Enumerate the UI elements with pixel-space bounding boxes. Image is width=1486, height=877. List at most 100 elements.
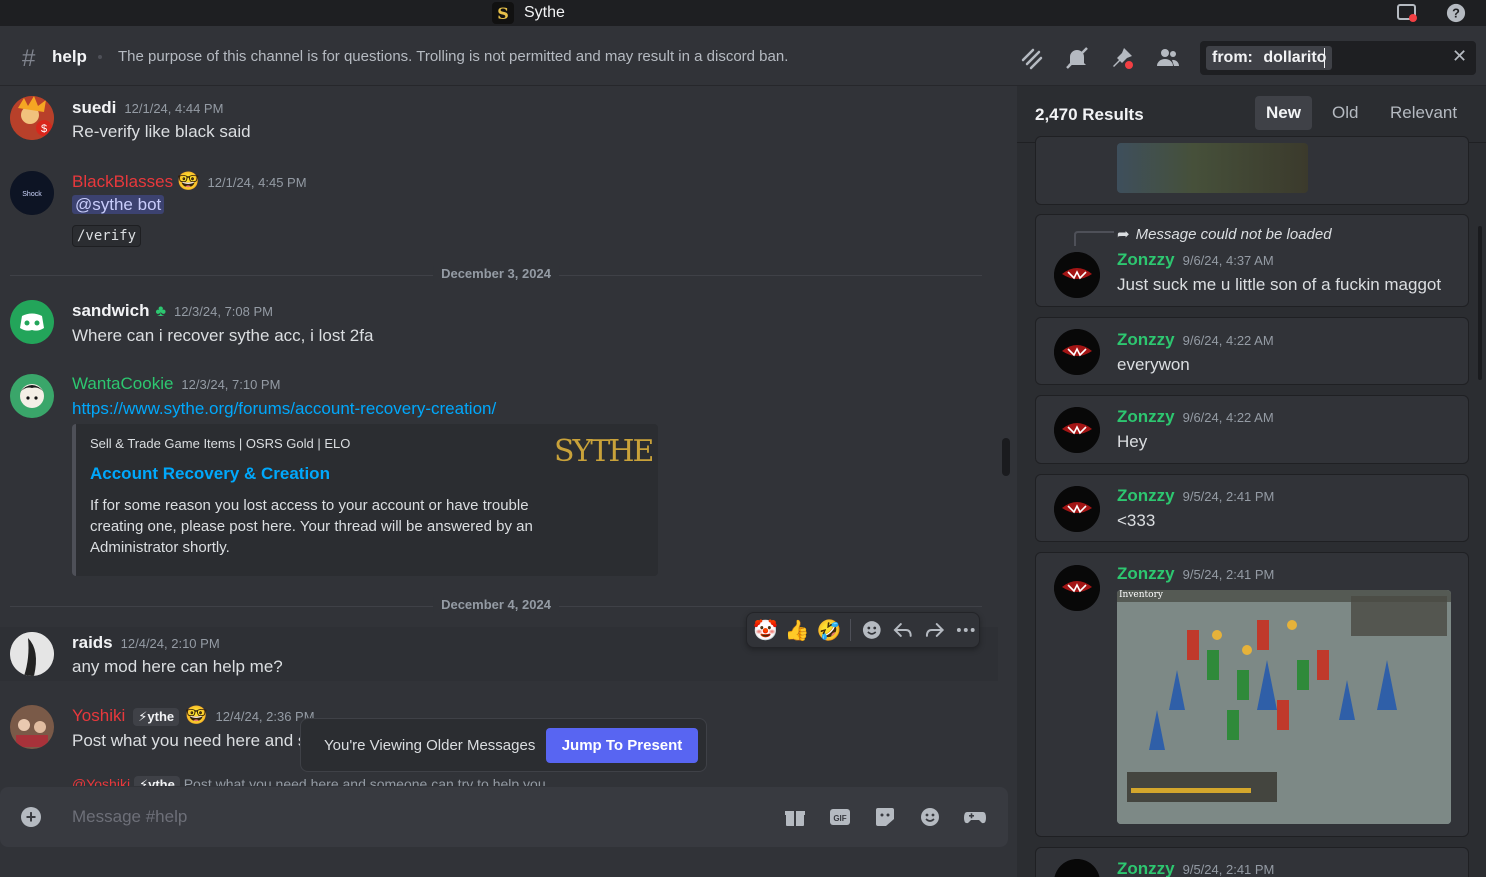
message-list[interactable]: $ suedi 12/1/24, 4:44 PM Re-verify like … xyxy=(0,86,1016,786)
svg-text:GIF: GIF xyxy=(833,814,846,823)
avatar[interactable]: Shock xyxy=(10,171,54,215)
message-author[interactable]: Yoshiki xyxy=(72,706,125,726)
avatar[interactable] xyxy=(10,632,54,676)
search-filter-chip[interactable]: from: dollarito xyxy=(1206,46,1333,70)
nerd-emoji-icon: 🤓 xyxy=(177,171,200,191)
sort-new-tab[interactable]: New xyxy=(1255,96,1312,130)
filter-label: from: xyxy=(1212,49,1253,66)
reply-preview: @Yoshiki ⚡ythe Post what you need here a… xyxy=(72,776,546,786)
embed-thumbnail[interactable]: SYTHE xyxy=(554,434,654,474)
message-timestamp: 12/1/24, 4:44 PM xyxy=(124,101,224,116)
message-composer[interactable]: + Message #help GIF xyxy=(0,787,1008,847)
message-timestamp: 12/1/24, 4:45 PM xyxy=(207,175,307,190)
reply-arrow-icon: ➦ xyxy=(1117,226,1130,243)
forward-icon[interactable] xyxy=(922,617,948,643)
date-divider-label: December 3, 2024 xyxy=(433,266,559,281)
avatar[interactable] xyxy=(1054,565,1100,611)
embed-title[interactable]: Account Recovery & Creation xyxy=(90,464,330,484)
laughing-reaction-icon[interactable]: 🤣 xyxy=(816,617,842,643)
result-author[interactable]: Zonzzy xyxy=(1117,564,1175,583)
avatar[interactable] xyxy=(10,705,54,749)
add-reaction-icon[interactable] xyxy=(859,617,885,643)
reply-notice-text: Message could not be loaded xyxy=(1135,226,1332,243)
notification-muted-icon[interactable] xyxy=(1064,46,1090,70)
message-timestamp: 12/4/24, 2:10 PM xyxy=(120,636,220,651)
message-author[interactable]: raids xyxy=(72,633,113,653)
avatar[interactable] xyxy=(1054,329,1100,375)
apps-controller-icon[interactable] xyxy=(963,806,987,828)
text-caret xyxy=(1324,48,1325,68)
result-author[interactable]: Zonzzy xyxy=(1117,407,1175,426)
filter-value: dollarito xyxy=(1263,49,1327,66)
avatar[interactable] xyxy=(1054,486,1100,532)
link-embed: Sell & Trade Game Items | OSRS Gold | EL… xyxy=(72,424,658,576)
avatar[interactable] xyxy=(1054,859,1100,877)
channel-header: # help The purpose of this channel is fo… xyxy=(0,26,1486,86)
result-author[interactable]: Zonzzy xyxy=(1117,330,1175,349)
server-tag-badge[interactable]: ⚡ythe xyxy=(133,708,180,726)
message-text: any mod here can help me? xyxy=(72,657,283,676)
clover-icon: ♣ xyxy=(155,303,166,320)
user-mention[interactable]: @sythe bot xyxy=(72,195,165,214)
sort-old-tab[interactable]: Old xyxy=(1321,96,1369,130)
result-image[interactable]: Inventory xyxy=(1117,590,1451,824)
gif-icon[interactable]: GIF xyxy=(828,806,852,828)
pinned-messages-icon[interactable] xyxy=(1110,46,1136,70)
message-author[interactable]: sandwich xyxy=(72,301,149,321)
search-input[interactable]: from: dollarito ✕ xyxy=(1200,41,1476,75)
reply-connector-icon xyxy=(1074,231,1114,246)
message-actions-bar: 🤡 👍 🤣 xyxy=(746,612,980,648)
avatar[interactable]: $ xyxy=(10,96,54,140)
threads-icon[interactable] xyxy=(1019,46,1045,70)
emoji-icon[interactable] xyxy=(918,806,942,828)
clear-search-icon[interactable]: ✕ xyxy=(1452,46,1467,67)
search-result-card[interactable]: Zonzzy 9/6/24, 4:22 AM everywon xyxy=(1035,317,1469,385)
result-image[interactable] xyxy=(1117,143,1308,193)
result-author[interactable]: Zonzzy xyxy=(1117,486,1175,505)
embed-description: If for some reason you lost access to yo… xyxy=(90,497,533,556)
message-timestamp: 12/3/24, 7:10 PM xyxy=(181,377,281,392)
svg-text:$: $ xyxy=(41,123,47,135)
inbox-icon[interactable] xyxy=(1396,3,1418,23)
avatar[interactable] xyxy=(10,374,54,418)
clown-reaction-icon[interactable]: 🤡 xyxy=(753,617,779,643)
upload-plus-icon[interactable]: + xyxy=(21,807,41,827)
avatar[interactable] xyxy=(1054,407,1100,453)
search-result-card[interactable]: ➦ Message could not be loaded Zonzzy 9/6/2… xyxy=(1035,214,1469,307)
sort-relevant-tab[interactable]: Relevant xyxy=(1379,96,1468,130)
result-timestamp: 9/5/24, 2:41 PM xyxy=(1182,862,1275,877)
avatar[interactable] xyxy=(1054,252,1100,298)
message-link[interactable]: https://www.sythe.org/forums/account-rec… xyxy=(72,399,496,418)
title-bar: S Sythe ? xyxy=(0,0,1486,26)
help-icon[interactable]: ? xyxy=(1445,3,1467,23)
embed-provider[interactable]: Sell & Trade Game Items | OSRS Gold | EL… xyxy=(90,436,350,451)
message-text: Where can i recover sythe acc, i lost 2f… xyxy=(72,326,374,345)
result-author[interactable]: Zonzzy xyxy=(1117,859,1175,877)
server-tag-badge: ⚡ythe xyxy=(133,776,180,786)
message-author[interactable]: BlackBlasses xyxy=(72,172,173,192)
more-options-icon[interactable] xyxy=(953,617,979,643)
chat-scrollbar[interactable] xyxy=(1002,438,1010,476)
search-result-card[interactable]: Zonzzy 9/5/24, 2:41 PM xyxy=(1035,847,1469,877)
search-result-card[interactable] xyxy=(1035,136,1469,205)
search-result-card[interactable]: Zonzzy 9/6/24, 4:22 AM Hey xyxy=(1035,395,1469,464)
jump-to-present-button[interactable]: Jump To Present xyxy=(546,728,698,763)
message-author[interactable]: WantaCookie xyxy=(72,374,173,394)
result-author[interactable]: Zonzzy xyxy=(1117,250,1175,269)
sticker-icon[interactable] xyxy=(873,806,897,828)
image-caption: Inventory xyxy=(1119,590,1163,600)
app-name: Sythe xyxy=(524,4,565,21)
channel-topic[interactable]: The purpose of this channel is for quest… xyxy=(118,48,788,65)
reply-preview-author: @Yoshiki xyxy=(72,776,131,786)
actions-separator xyxy=(849,619,851,641)
member-list-icon[interactable] xyxy=(1155,46,1181,70)
results-scrollbar[interactable] xyxy=(1478,226,1482,380)
reply-icon[interactable] xyxy=(890,617,916,643)
message-input[interactable]: Message #help xyxy=(72,807,187,827)
search-result-card[interactable]: Zonzzy 9/5/24, 2:41 PM Inventory xyxy=(1035,552,1469,837)
thumbs-up-reaction-icon[interactable]: 👍 xyxy=(785,617,811,643)
message-author[interactable]: suedi xyxy=(72,98,116,118)
gift-icon[interactable] xyxy=(783,806,807,828)
avatar[interactable] xyxy=(10,300,54,344)
search-result-card[interactable]: Zonzzy 9/5/24, 2:41 PM <333 xyxy=(1035,474,1469,542)
